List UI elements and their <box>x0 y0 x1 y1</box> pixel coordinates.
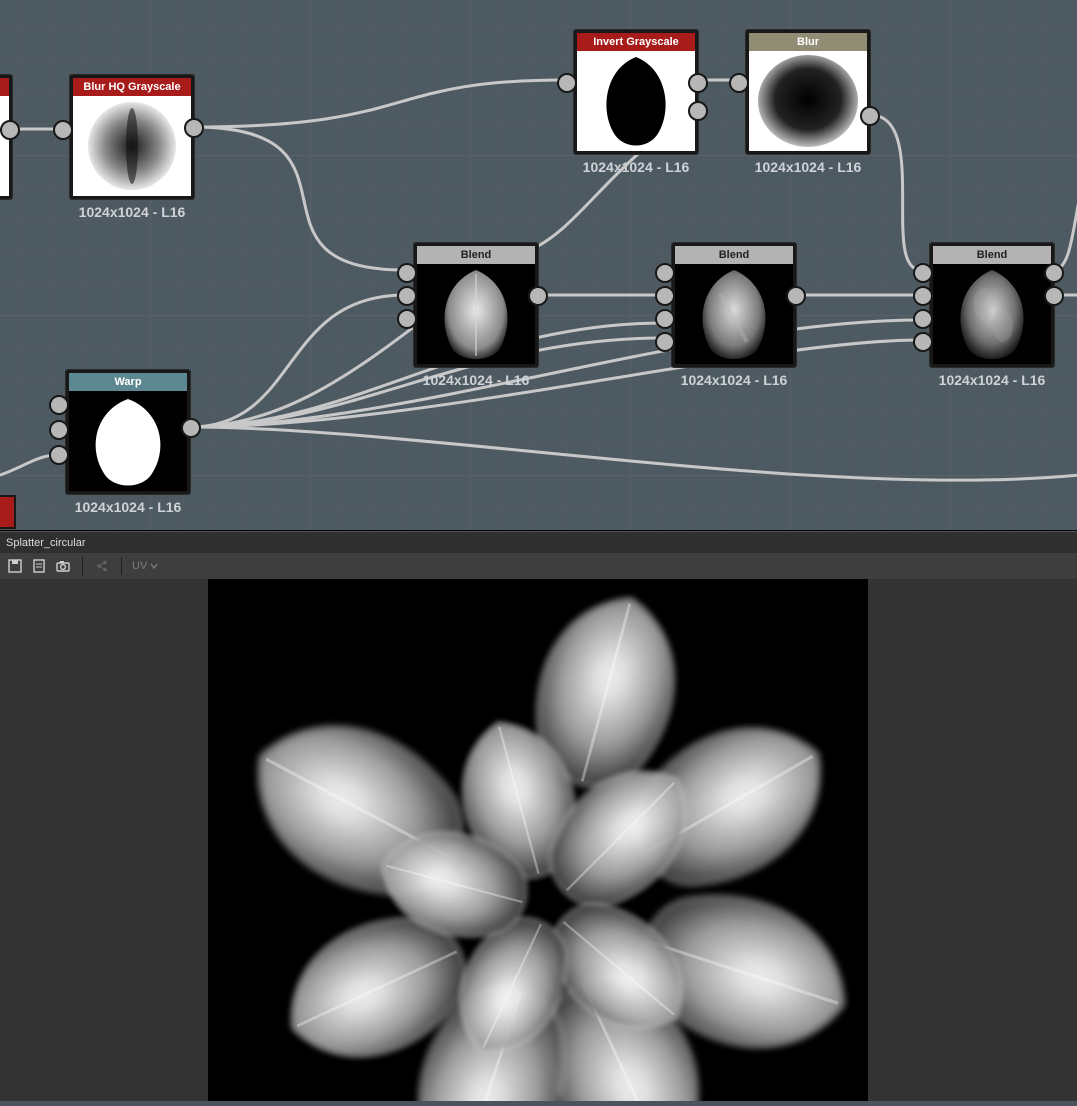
node-info: 1024x1024 - L16 <box>73 204 191 220</box>
uv-label: UV <box>132 560 147 572</box>
node-blend-3[interactable]: Blend 1024x1024 - L16 <box>930 243 1054 367</box>
node-info: 1024x1024 - L16 <box>69 499 187 515</box>
chevron-down-icon <box>150 562 158 570</box>
port-in[interactable] <box>913 309 933 329</box>
port-in[interactable] <box>53 120 73 140</box>
port-out[interactable] <box>181 418 201 438</box>
node-warp[interactable]: Warp 1024x1024 - L16 <box>66 370 190 494</box>
node-info: 1024x1024 - L16 <box>749 159 867 175</box>
node-info: 1024x1024 - L16 <box>577 159 695 175</box>
node-title: Blend <box>675 246 793 264</box>
node-info: 1024x1024 - L16 <box>933 372 1051 388</box>
uv-dropdown[interactable]: UV <box>132 560 158 572</box>
node-title <box>0 78 9 96</box>
port-in[interactable] <box>49 395 69 415</box>
node-title: Blur HQ Grayscale <box>73 78 191 96</box>
node-blend-1[interactable]: Blend 1024x1024 - L16 <box>414 243 538 367</box>
port-out[interactable] <box>786 286 806 306</box>
node-thumbnail <box>749 51 867 151</box>
port-in[interactable] <box>655 332 675 352</box>
port-in[interactable] <box>655 309 675 329</box>
port-out[interactable] <box>0 120 20 140</box>
node-title: Blur <box>749 33 867 51</box>
node-thumbnail <box>0 96 9 196</box>
port-in[interactable] <box>913 263 933 283</box>
port-in[interactable] <box>729 73 749 93</box>
node-info: 1024x1024 - L16 <box>675 372 793 388</box>
preview-viewport[interactable] <box>0 579 1077 1101</box>
toolbar-camera-icon[interactable] <box>54 558 72 574</box>
node-title: Blend <box>933 246 1051 264</box>
toolbar-save-icon[interactable] <box>6 558 24 574</box>
port-in[interactable] <box>397 309 417 329</box>
node-blur[interactable]: Blur 1024x1024 - L16 <box>746 30 870 154</box>
port-out[interactable] <box>528 286 548 306</box>
node-title: Invert Grayscale <box>577 33 695 51</box>
node-invert-grayscale[interactable]: Invert Grayscale 1024x1024 - L16 <box>574 30 698 154</box>
node-title: Warp <box>69 373 187 391</box>
node-graph-canvas[interactable]: L16 Blur HQ Grayscale 1024x1024 - L16 In… <box>0 0 1077 531</box>
port-out[interactable] <box>688 73 708 93</box>
port-in[interactable] <box>49 420 69 440</box>
port-in[interactable] <box>397 286 417 306</box>
node-thumbnail <box>675 264 793 364</box>
frame-node-fragment[interactable] <box>0 495 16 529</box>
node-thumbnail <box>73 96 191 196</box>
port-in[interactable] <box>913 332 933 352</box>
port-out[interactable] <box>184 118 204 138</box>
port-out[interactable] <box>860 106 880 126</box>
port-in[interactable] <box>655 286 675 306</box>
preview-toolbar: UV <box>0 553 1077 580</box>
node-info: L16 <box>0 204 9 220</box>
port-in[interactable] <box>913 286 933 306</box>
port-in[interactable] <box>557 73 577 93</box>
port-out[interactable] <box>688 101 708 121</box>
toolbar-divider <box>121 557 122 575</box>
port-out[interactable] <box>1044 286 1064 306</box>
port-in[interactable] <box>397 263 417 283</box>
port-out[interactable] <box>1044 263 1064 283</box>
node-title: Blend <box>417 246 535 264</box>
node-blur-hq-grayscale[interactable]: Blur HQ Grayscale 1024x1024 - L16 <box>70 75 194 199</box>
node-thumbnail <box>69 391 187 491</box>
toolbar-divider <box>82 557 83 575</box>
node-thumbnail <box>577 51 695 151</box>
preview-canvas <box>208 579 868 1101</box>
toolbar-share-icon[interactable] <box>93 558 111 574</box>
node-thumbnail <box>417 264 535 364</box>
node-thumbnail <box>933 264 1051 364</box>
node-blend-2[interactable]: Blend 1024x1024 - L16 <box>672 243 796 367</box>
port-in[interactable] <box>655 263 675 283</box>
port-in[interactable] <box>49 445 69 465</box>
preview-panel-title: Splatter_circular <box>0 531 1077 555</box>
toolbar-doc-icon[interactable] <box>30 558 48 574</box>
node-info: 1024x1024 - L16 <box>417 372 535 388</box>
